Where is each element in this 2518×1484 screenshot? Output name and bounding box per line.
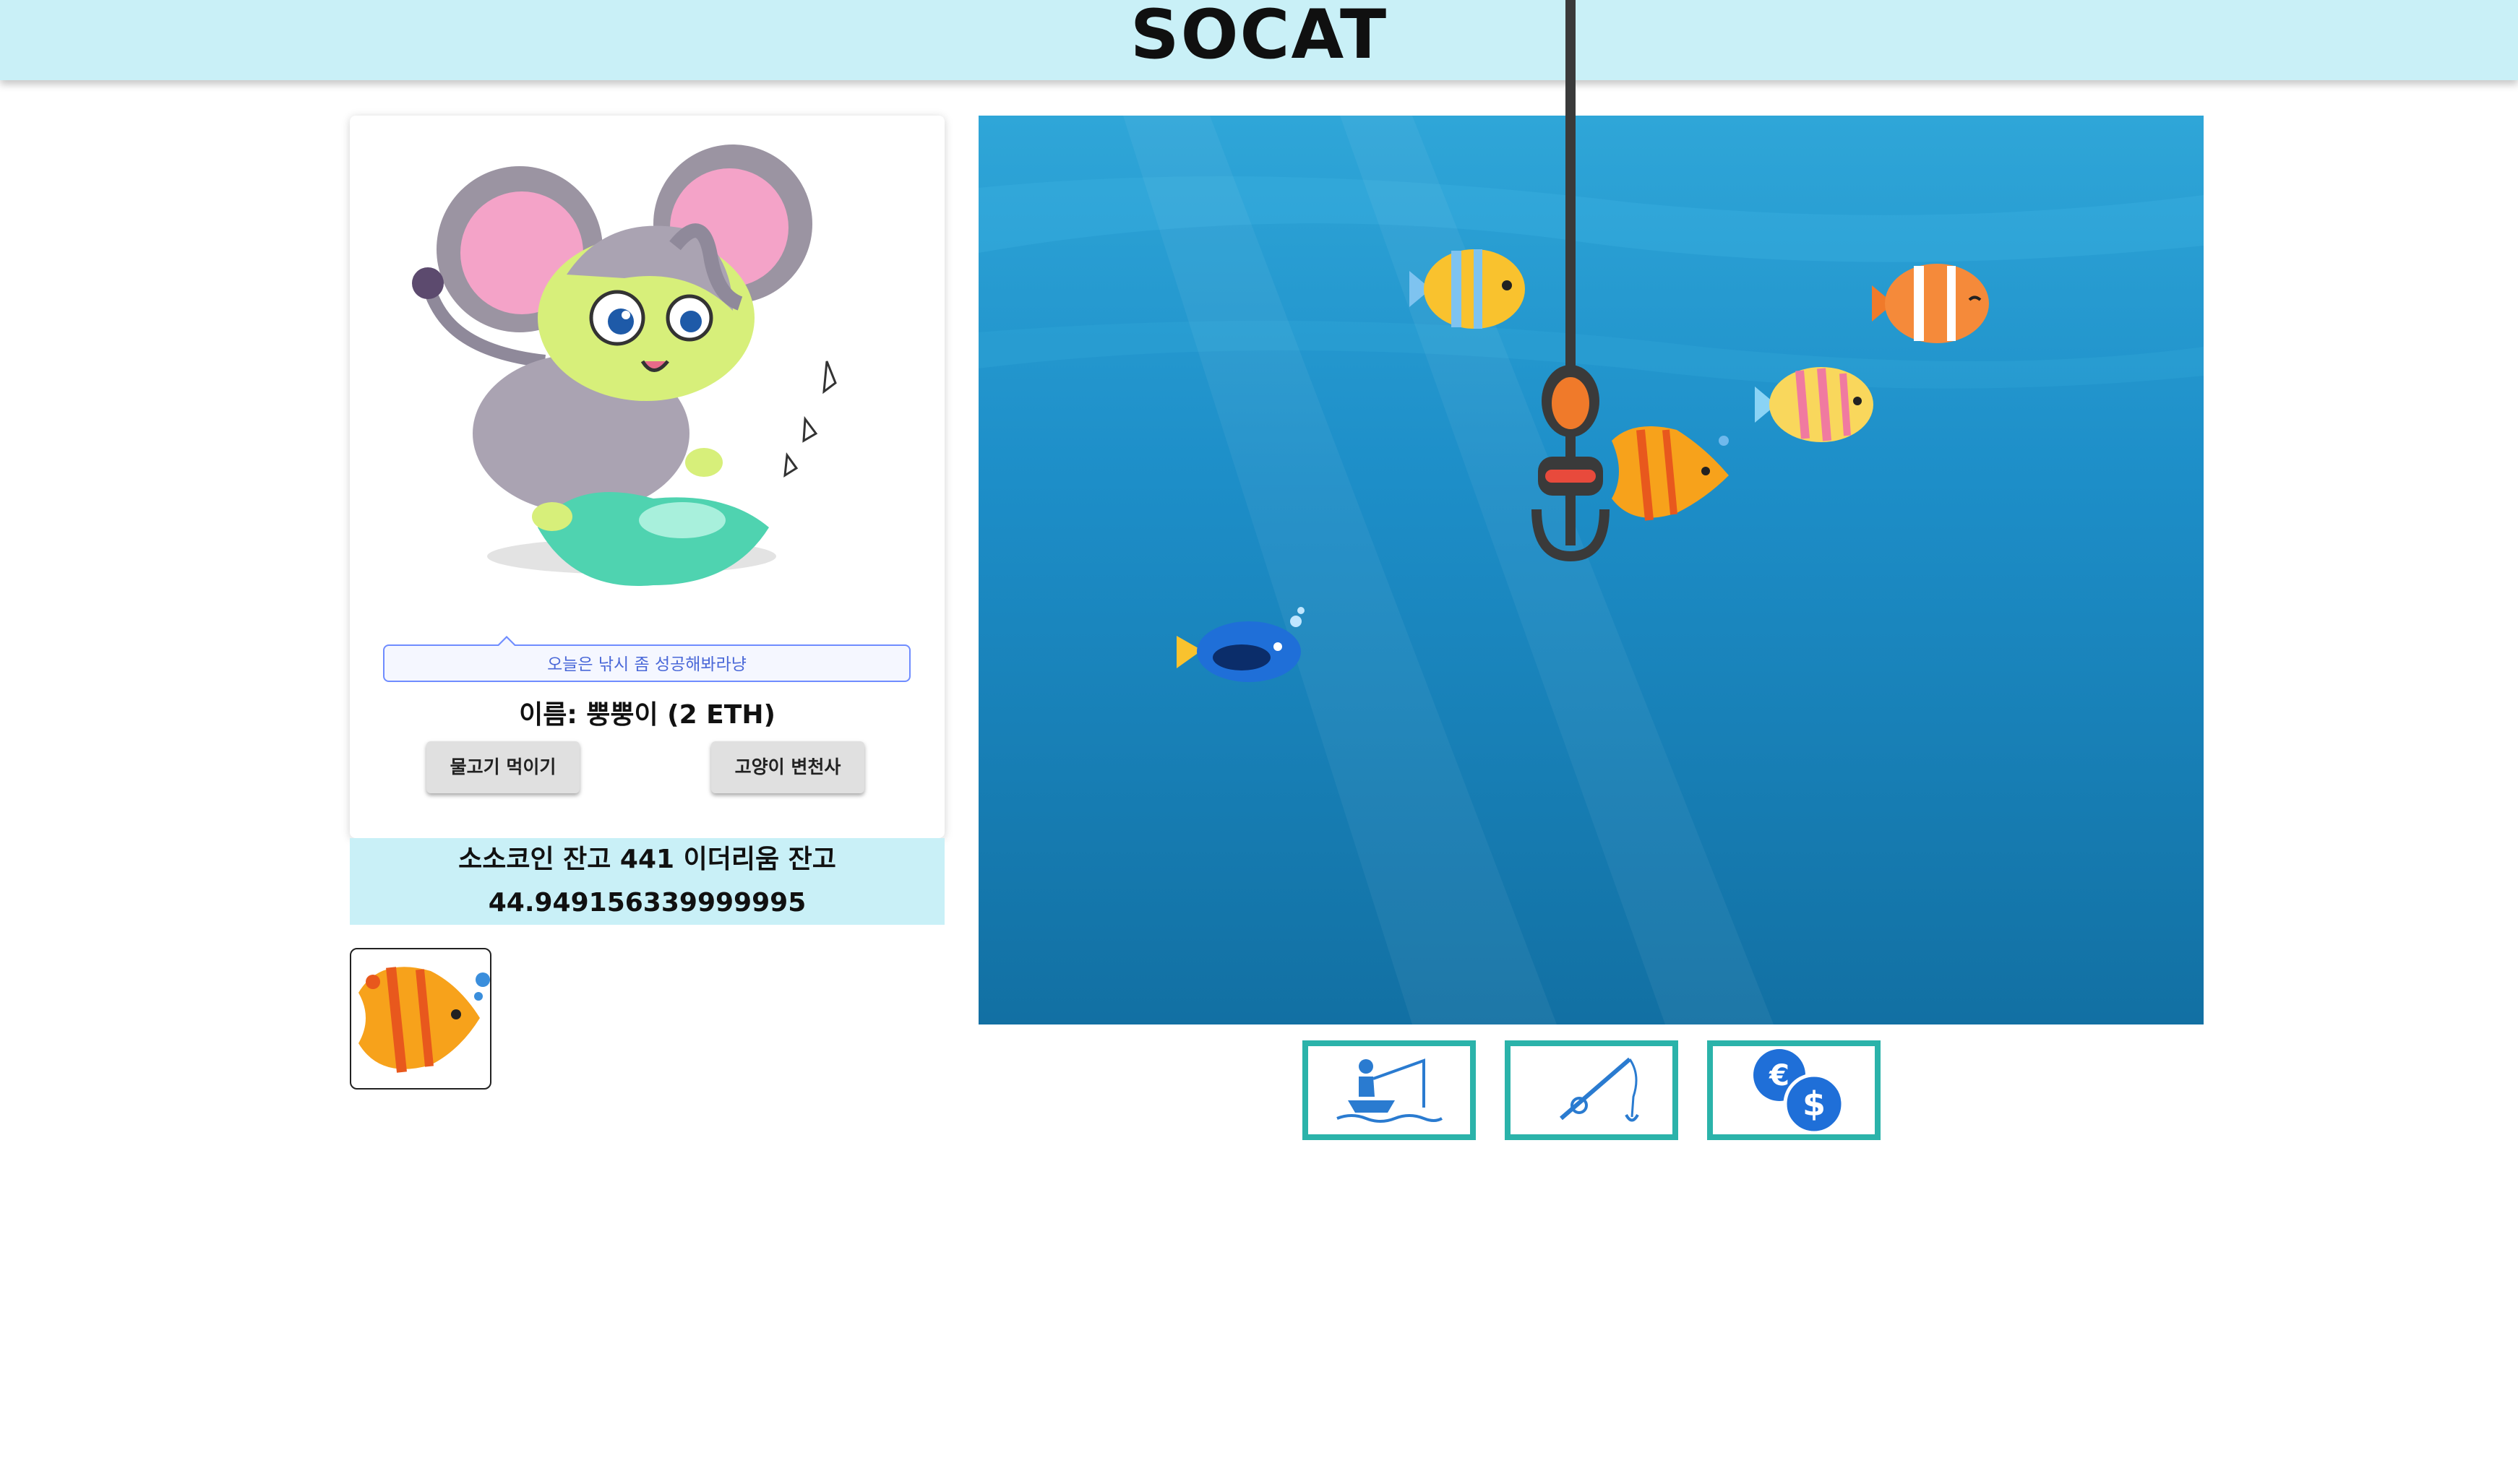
cat-character-image bbox=[412, 144, 837, 586]
svg-text:$: $ bbox=[1802, 1084, 1826, 1123]
striped-yellow-fish-icon[interactable] bbox=[1402, 242, 1532, 336]
inventory-slot[interactable] bbox=[350, 948, 491, 1090]
fishing-hook-icon[interactable] bbox=[1522, 361, 1619, 578]
balance-line-1: 소소코인 잔고 441 이더리움 잔고 bbox=[458, 845, 836, 874]
fishing-line bbox=[1565, 0, 1576, 390]
app-title: SOCAT bbox=[1130, 0, 1388, 74]
balance-panel: 소소코인 잔고 441 이더리움 잔고 44.949156339999995 bbox=[350, 838, 945, 925]
feed-fish-button[interactable]: 물고기 먹이기 bbox=[426, 741, 580, 793]
fishing-rod-button[interactable] bbox=[1505, 1040, 1678, 1140]
fisherman-boat-icon bbox=[1336, 1058, 1443, 1123]
svg-text:€: € bbox=[1769, 1059, 1789, 1092]
butterflyfish-icon[interactable] bbox=[1604, 419, 1735, 527]
cat-history-button[interactable]: 고양이 변천사 bbox=[711, 741, 864, 793]
blue-tang-fish-icon[interactable] bbox=[1169, 607, 1307, 694]
cat-card: 오늘은 낚시 좀 성공해봐라냥 이름: 뿡뿡이 (2 ETH) 물고기 먹이기 … bbox=[350, 116, 945, 838]
cat-name: 이름: 뿡뿡이 (2 ETH) bbox=[519, 700, 775, 730]
fishing-rod-icon bbox=[1560, 1057, 1639, 1122]
pink-striped-fish-icon[interactable] bbox=[1749, 358, 1879, 452]
clownfish-icon[interactable] bbox=[1865, 253, 1995, 354]
currency-exchange-icon: € $ bbox=[1753, 1049, 1845, 1135]
cat-speech-bubble: 오늘은 낚시 좀 성공해봐라냥 bbox=[383, 636, 911, 682]
app-header: SOCAT bbox=[0, 0, 2518, 80]
balance-line-2: 44.949156339999995 bbox=[488, 888, 807, 918]
go-fishing-button[interactable] bbox=[1302, 1040, 1476, 1140]
exchange-button[interactable]: € $ bbox=[1707, 1040, 1881, 1140]
butterflyfish-icon bbox=[358, 967, 490, 1073]
